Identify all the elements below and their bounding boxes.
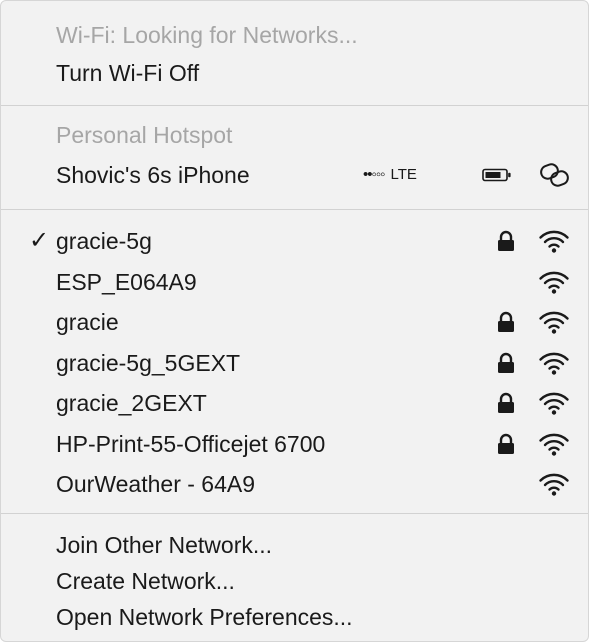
lock-icon <box>498 311 514 332</box>
wifi-signal-icon <box>539 433 569 456</box>
wifi-signal-icon <box>539 271 569 294</box>
wifi-signal-icon <box>539 392 569 415</box>
network-name: gracie_2GEXT <box>56 390 207 416</box>
create-network-label: Create Network... <box>56 568 235 594</box>
network-name: gracie-5g_5GEXT <box>56 349 241 376</box>
lock-icon <box>498 352 514 373</box>
wifi-signal-icon <box>539 230 569 253</box>
hotspot-device-name: Shovic's 6s iPhone <box>56 162 250 188</box>
checkmark-icon: ✓ <box>29 227 50 254</box>
join-other-network-item[interactable]: Join Other Network... <box>1 527 588 563</box>
turn-wifi-off-item[interactable]: Turn Wi-Fi Off <box>1 55 588 91</box>
separator <box>1 209 588 210</box>
lock-icon <box>498 230 514 251</box>
network-item[interactable]: ESP_E064A9 <box>1 264 588 300</box>
personal-hotspot-header: Personal Hotspot <box>1 117 588 153</box>
network-item[interactable]: gracie_2GEXT <box>1 385 588 421</box>
link-icon <box>540 163 569 187</box>
create-network-item[interactable]: Create Network... <box>1 563 588 599</box>
lock-icon <box>498 433 514 454</box>
network-name: HP-Print-55-Officejet 6700 <box>56 430 326 457</box>
network-type-label: LTE <box>390 166 417 183</box>
hotspot-device-item[interactable]: Shovic's 6s iPhone ••◦◦◦ LTE <box>1 157 588 193</box>
network-item[interactable]: gracie <box>1 304 588 340</box>
lock-icon <box>498 392 514 413</box>
network-item[interactable]: ✓ gracie-5g <box>1 223 588 259</box>
network-name: ESP_E064A9 <box>56 268 197 295</box>
wifi-signal-icon <box>539 352 569 375</box>
open-network-preferences-label: Open Network Preferences... <box>56 604 353 630</box>
network-item[interactable]: OurWeather - 64A9 <box>1 466 588 502</box>
network-name: OurWeather - 64A9 <box>56 471 256 497</box>
wifi-status-text: Wi-Fi: Looking for Networks... <box>56 22 358 48</box>
turn-wifi-off-label: Turn Wi-Fi Off <box>56 60 200 86</box>
network-name: gracie <box>56 309 119 335</box>
network-item[interactable]: gracie-5g_5GEXT <box>1 345 588 381</box>
wifi-status-row: Wi-Fi: Looking for Networks... <box>1 17 588 53</box>
wifi-signal-icon <box>539 473 569 496</box>
wifi-menu: Wi-Fi: Looking for Networks... Turn Wi-F… <box>0 0 589 642</box>
open-network-preferences-item[interactable]: Open Network Preferences... <box>1 599 588 635</box>
battery-icon <box>482 168 511 182</box>
cellular-signal-dots: ••◦◦◦ <box>363 166 385 183</box>
network-name: gracie-5g <box>56 228 152 254</box>
separator <box>1 513 588 514</box>
hotspot-status: ••◦◦◦ LTE <box>363 157 425 193</box>
network-item[interactable]: HP-Print-55-Officejet 6700 <box>1 426 588 462</box>
separator <box>1 105 588 106</box>
personal-hotspot-label: Personal Hotspot <box>56 122 233 148</box>
join-other-network-label: Join Other Network... <box>56 532 273 558</box>
wifi-signal-icon <box>539 311 569 334</box>
